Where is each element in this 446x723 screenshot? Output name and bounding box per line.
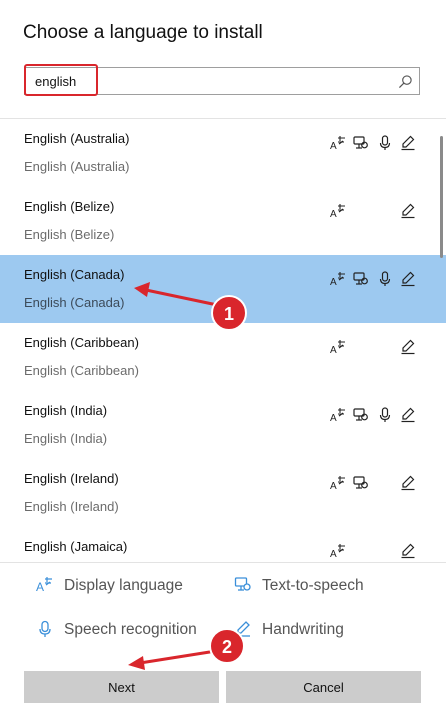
cancel-button[interactable]: Cancel — [226, 671, 421, 703]
language-native-name: English (Australia) — [24, 159, 130, 174]
svg-text:A: A — [330, 277, 337, 287]
display-language-icon: A — [330, 543, 346, 559]
handwriting-icon — [400, 203, 416, 219]
display-language-icon: A — [330, 135, 346, 151]
text-to-speech-icon — [353, 475, 369, 491]
display-language-icon: A — [330, 407, 346, 423]
svg-text:A: A — [330, 345, 337, 355]
svg-text:A: A — [330, 209, 337, 219]
language-native-name: English (India) — [24, 431, 108, 446]
language-row[interactable]: English (Ireland) English (Ireland) A — [0, 459, 446, 527]
display-language-icon: A — [330, 271, 346, 287]
handwriting-icon — [400, 339, 416, 355]
legend-speech-recognition: Speech recognition — [64, 621, 197, 638]
microphone-icon — [36, 620, 54, 638]
language-row[interactable]: English (Jamaica)English (Jamaica)A — [0, 527, 446, 562]
svg-text:A: A — [36, 580, 44, 594]
microphone-icon — [377, 407, 393, 423]
language-list[interactable]: English (Australia) English (Australia) A E… — [0, 119, 446, 562]
language-row[interactable]: English (Canada) English (Canada) A — [0, 255, 446, 323]
display-language-icon: A — [330, 339, 346, 355]
search-highlight-box — [24, 64, 98, 96]
language-name: English (Jamaica) — [24, 539, 128, 554]
language-native-name: English (Ireland) — [24, 499, 119, 514]
handwriting-icon — [400, 475, 416, 491]
handwriting-icon — [400, 543, 416, 559]
svg-text:A: A — [330, 549, 337, 559]
handwriting-icon — [400, 407, 416, 423]
list-scrollbar[interactable] — [440, 136, 443, 258]
handwriting-icon — [400, 135, 416, 151]
language-name: English (Caribbean) — [24, 335, 139, 350]
handwriting-icon — [400, 271, 416, 287]
text-to-speech-icon — [353, 407, 369, 423]
display-language-icon: A — [330, 475, 346, 491]
svg-text:A: A — [330, 141, 337, 151]
language-row[interactable]: English (Caribbean) English (Caribbean) A — [0, 323, 446, 391]
text-to-speech-icon — [353, 271, 369, 287]
dialog-title: Choose a language to install — [23, 22, 263, 43]
microphone-icon — [377, 271, 393, 287]
annotation-arrow-2 — [128, 649, 218, 670]
language-name: English (Belize) — [24, 199, 115, 214]
legend-display-language: Display language — [64, 577, 183, 594]
text-to-speech-icon — [234, 576, 252, 594]
microphone-icon — [377, 135, 393, 151]
language-native-name: English (Caribbean) — [24, 363, 139, 378]
language-name: English (India) — [24, 403, 108, 418]
legend-handwriting: Handwriting — [262, 621, 344, 638]
display-language-icon: A — [330, 203, 346, 219]
next-button[interactable]: Next — [24, 671, 219, 703]
svg-text:A: A — [330, 481, 337, 491]
legend-divider — [0, 562, 446, 563]
legend-text-to-speech: Text-to-speech — [262, 577, 364, 594]
search-icon[interactable] — [398, 74, 413, 89]
language-native-name: English (Canada) — [24, 295, 125, 310]
language-row[interactable]: English (Australia) English (Australia) A — [0, 119, 446, 187]
language-native-name: English (Belize) — [24, 227, 115, 242]
display-language-icon: A — [36, 576, 54, 594]
language-row[interactable]: English (India) English (India) A — [0, 391, 446, 459]
language-row[interactable]: English (Belize) English (Belize) A — [0, 187, 446, 255]
handwriting-icon — [234, 620, 252, 638]
language-name: English (Australia) — [24, 131, 130, 146]
language-name: English (Canada) — [24, 267, 125, 282]
annotation-badge-2-label: 2 — [222, 637, 232, 657]
text-to-speech-icon — [353, 135, 369, 151]
language-name: English (Ireland) — [24, 471, 119, 486]
svg-text:A: A — [330, 413, 337, 423]
